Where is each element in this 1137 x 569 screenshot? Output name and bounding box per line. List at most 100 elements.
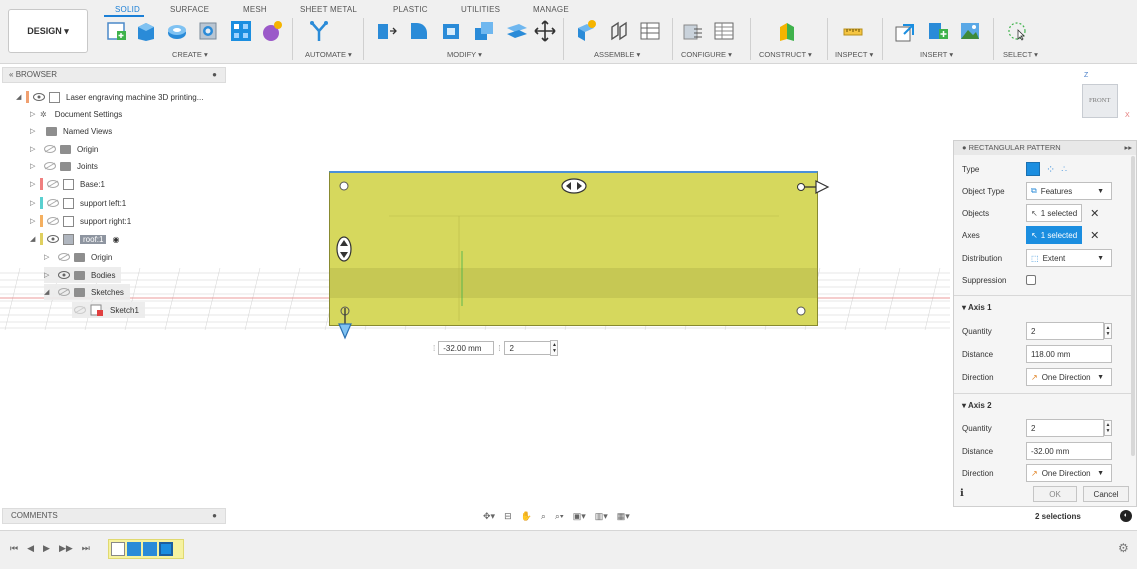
expand-triangle-icon[interactable]: ▷ <box>30 127 40 135</box>
tree-item-support-right[interactable]: ▷ support right:1 <box>30 213 131 229</box>
axis1-direction-dropdown[interactable]: ↗ One Direction ▼ <box>1026 368 1112 386</box>
comments-panel-header[interactable]: COMMENTS ● <box>2 508 226 524</box>
browser-pin-icon[interactable]: ● <box>212 68 217 82</box>
hidden-eye-icon[interactable] <box>58 253 70 261</box>
go-to-start-icon[interactable]: ⏮ <box>10 543 18 554</box>
expand-triangle-icon[interactable]: ▷ <box>44 271 54 279</box>
tab-surface[interactable]: SURFACE <box>170 5 209 14</box>
hidden-eye-icon[interactable] <box>44 145 56 153</box>
distance-input[interactable]: -32.00 mm <box>438 341 495 355</box>
expand-triangle-icon[interactable]: ▷ <box>30 180 40 188</box>
hidden-eye-icon[interactable] <box>47 199 59 207</box>
timeline-extrude-icon[interactable] <box>143 542 157 556</box>
side-move-handle[interactable] <box>335 236 353 262</box>
expand-dialog-icon[interactable]: ▸▸ <box>1124 141 1132 155</box>
dialog-scrollbar[interactable] <box>1131 156 1135 456</box>
axes-selector-button[interactable]: ↖ 1 selected <box>1026 226 1083 244</box>
pattern-type-bodies-icon[interactable]: ⁘ <box>1046 163 1055 176</box>
expand-triangle-icon[interactable]: ▷ <box>30 217 40 225</box>
timeline-settings-gear-icon[interactable]: ⚙ <box>1118 541 1129 555</box>
axis1-section-header[interactable]: ▾ Axis 1 <box>962 303 992 312</box>
go-to-end-icon[interactable]: ⏭ <box>82 543 90 554</box>
ok-button[interactable]: OK <box>1033 486 1077 502</box>
design-workspace-button[interactable]: DESIGN ▾ <box>8 9 88 53</box>
object-type-dropdown[interactable]: ⧉ Features ▼ <box>1026 182 1112 200</box>
viewcube[interactable]: FRONT <box>1082 84 1118 118</box>
inspect-menu[interactable]: INSPECT ▾ <box>835 50 873 59</box>
offset-face-icon[interactable] <box>505 19 529 43</box>
expand-triangle-icon[interactable]: ▷ <box>30 145 40 153</box>
tab-mesh[interactable]: MESH <box>243 5 267 14</box>
configure-icon[interactable] <box>681 19 705 43</box>
tab-manage[interactable]: MANAGE <box>533 5 569 14</box>
distribution-dropdown[interactable]: ⬚ Extent ▼ <box>1026 249 1112 267</box>
grid-settings-icon[interactable]: ▥▾ <box>595 511 608 522</box>
move-icon[interactable] <box>533 19 557 43</box>
select-icon[interactable] <box>1005 19 1029 43</box>
zoom-icon[interactable]: ⌕ <box>541 511 546 522</box>
joint-icon[interactable] <box>607 19 631 43</box>
table-icon[interactable] <box>638 19 662 43</box>
configure-menu[interactable]: CONFIGURE ▾ <box>681 50 732 59</box>
hole-icon[interactable] <box>196 19 220 43</box>
timeline-sketch-icon[interactable] <box>111 542 125 556</box>
insert-menu[interactable]: INSERT ▾ <box>920 50 953 59</box>
dialog-header[interactable]: ● RECTANGULAR PATTERN ▸▸ <box>954 141 1136 155</box>
activate-radio-icon[interactable]: ◉ <box>112 235 119 244</box>
expand-triangle-icon[interactable]: ▷ <box>30 110 40 118</box>
viewcube-face-label[interactable]: FRONT <box>1089 97 1110 104</box>
tab-sheet-metal[interactable]: SHEET METAL <box>300 5 357 14</box>
tree-item-base[interactable]: ▷ Base:1 <box>30 176 105 192</box>
hidden-eye-icon[interactable] <box>44 162 56 170</box>
measure-icon[interactable] <box>841 19 865 43</box>
axis2-section-header[interactable]: ▾ Axis 2 <box>962 401 992 410</box>
insert-derive-icon[interactable] <box>893 19 917 43</box>
pattern-type-features-icon[interactable]: ∴ <box>1061 164 1067 175</box>
create-menu[interactable]: CREATE ▾ <box>172 50 208 59</box>
tab-solid[interactable]: SOLID <box>115 5 140 14</box>
fillet-icon[interactable] <box>407 19 431 43</box>
construct-menu[interactable]: CONSTRUCT ▾ <box>759 50 812 59</box>
timeline-pattern-icon[interactable] <box>159 542 173 556</box>
hidden-eye-icon[interactable] <box>58 288 70 296</box>
press-pull-icon[interactable] <box>374 19 398 43</box>
clear-axes-icon[interactable]: ✕ <box>1090 229 1099 242</box>
tree-item-origin[interactable]: ▷ Origin <box>30 141 98 157</box>
step-back-icon[interactable]: ◀ <box>27 543 34 554</box>
new-sketch-icon[interactable] <box>105 19 129 43</box>
tree-item-root[interactable]: ◢ Laser engraving machine 3D printing... <box>16 89 203 105</box>
tab-plastic[interactable]: PLASTIC <box>393 5 428 14</box>
axis2-direction-dropdown[interactable]: ↗ One Direction ▼ <box>1026 464 1112 482</box>
clear-objects-icon[interactable]: ✕ <box>1090 207 1099 220</box>
expand-triangle-icon[interactable]: ▷ <box>30 199 40 207</box>
insert-mcmaster-icon[interactable] <box>926 19 950 43</box>
axis2-quantity-input[interactable]: 2 <box>1026 419 1104 437</box>
axis1-distance-input[interactable]: 118.00 mm <box>1026 345 1112 363</box>
select-menu[interactable]: SELECT ▾ <box>1003 50 1038 59</box>
viewports-icon[interactable]: ▦▾ <box>617 511 630 522</box>
automate-icon[interactable] <box>307 19 331 43</box>
axis2-quantity-spinner[interactable]: ▲ ▼ <box>1104 420 1112 436</box>
tree-item-bodies[interactable]: ▷ Bodies <box>44 267 122 283</box>
display-settings-icon[interactable]: ▣▾ <box>573 511 586 522</box>
pan-icon[interactable]: ✋ <box>521 511 532 522</box>
expand-triangle-icon[interactable]: ▷ <box>30 162 40 170</box>
collapse-triangle-icon[interactable]: ◢ <box>30 235 40 243</box>
step-forward-icon[interactable]: ▶▶ <box>59 543 73 554</box>
comments-pin-icon[interactable]: ● <box>212 509 217 523</box>
play-icon[interactable]: ▶ <box>43 543 50 554</box>
combine-icon[interactable] <box>472 19 496 43</box>
tree-item-roof[interactable]: ◢ roof:1 ◉ <box>30 231 119 247</box>
vertical-move-handle[interactable] <box>561 178 587 194</box>
tree-item-joints[interactable]: ▷ Joints <box>30 158 98 174</box>
assemble-menu[interactable]: ASSEMBLE ▾ <box>594 50 640 59</box>
new-component-icon[interactable] <box>574 19 598 43</box>
tree-item-document-settings[interactable]: ▷ ✲ Document Settings <box>30 106 122 122</box>
axis1-quantity-input[interactable]: 2 <box>1026 322 1104 340</box>
tree-item-sketches[interactable]: ◢ Sketches <box>44 284 130 300</box>
pattern-type-faces-icon[interactable] <box>1026 162 1040 176</box>
quantity-spinner[interactable]: ▲ ▼ <box>550 340 559 356</box>
selection-filter-icon[interactable]: ◐ <box>1120 510 1132 522</box>
zoom-window-icon[interactable]: ⌕▾ <box>555 511 564 522</box>
visibility-eye-icon[interactable] <box>47 235 59 243</box>
